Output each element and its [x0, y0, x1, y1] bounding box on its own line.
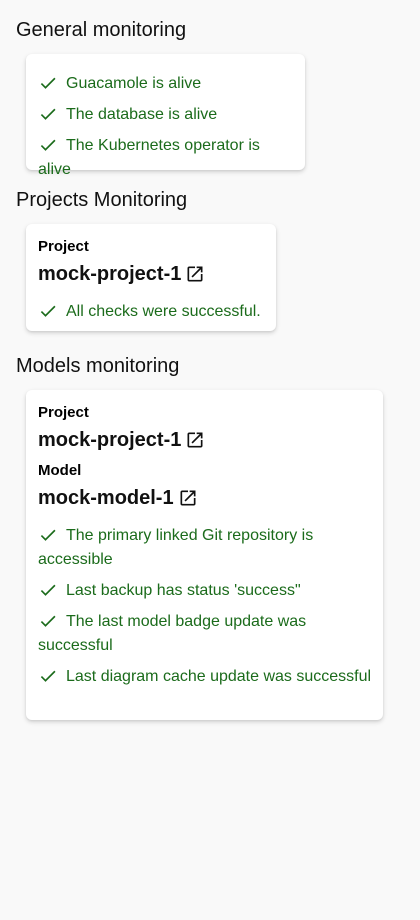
- model-check-badge: The last model badge update was successf…: [38, 610, 373, 658]
- open-in-new-icon[interactable]: [185, 427, 205, 451]
- projects-monitoring-title: Projects Monitoring: [16, 189, 188, 211]
- check-icon: [38, 72, 58, 94]
- check-icon: [38, 665, 58, 687]
- project-label: Project: [38, 238, 89, 255]
- check-icon: [38, 610, 58, 632]
- check-text: Guacamole is alive: [66, 75, 202, 92]
- check-text: The primary linked Git repository is acc…: [38, 527, 314, 568]
- open-in-new-icon[interactable]: [185, 261, 205, 285]
- project-link[interactable]: mock-project-1: [38, 427, 205, 453]
- check-icon: [38, 103, 58, 125]
- check-icon: [38, 579, 58, 601]
- check-icon: [38, 300, 58, 322]
- project-link[interactable]: mock-project-1: [38, 261, 205, 287]
- project-label: Project: [38, 404, 89, 421]
- open-in-new-icon[interactable]: [178, 485, 198, 509]
- project-status: All checks were successful.: [38, 300, 266, 324]
- check-text: All checks were successful.: [66, 303, 261, 320]
- general-monitoring-title: General monitoring: [16, 19, 187, 41]
- check-icon: [38, 524, 58, 546]
- check-icon: [38, 134, 58, 156]
- check-text: The database is alive: [66, 106, 218, 123]
- model-link[interactable]: mock-model-1: [38, 485, 198, 511]
- model-monitoring-card: Project mock-project-1 Model mock-model-…: [26, 390, 383, 720]
- general-check-database: The database is alive: [38, 103, 295, 127]
- project-name[interactable]: mock-project-1: [38, 429, 181, 451]
- general-monitoring-card: Guacamole is alive The database is alive…: [26, 54, 305, 178]
- project-monitoring-card: Project mock-project-1 All checks were s…: [26, 224, 276, 331]
- general-check-kubernetes: The Kubernetes operator is alive: [38, 134, 295, 182]
- model-check-diagram-cache: Last diagram cache update was successful: [38, 665, 373, 689]
- project-name[interactable]: mock-project-1: [38, 263, 181, 285]
- models-monitoring-title: Models monitoring: [16, 355, 180, 377]
- check-text: The Kubernetes operator is alive: [38, 137, 260, 178]
- check-text: Last backup has status 'success": [66, 582, 301, 599]
- model-check-git: The primary linked Git repository is acc…: [38, 524, 373, 572]
- model-name[interactable]: mock-model-1: [38, 487, 174, 509]
- model-check-backup: Last backup has status 'success": [38, 579, 373, 603]
- check-text: Last diagram cache update was successful: [66, 668, 372, 685]
- monitoring-page: General monitoring Guacamole is alive Th…: [0, 0, 420, 920]
- model-label: Model: [38, 462, 82, 479]
- check-text: The last model badge update was successf…: [38, 613, 307, 654]
- general-check-guacamole: Guacamole is alive: [38, 72, 295, 96]
